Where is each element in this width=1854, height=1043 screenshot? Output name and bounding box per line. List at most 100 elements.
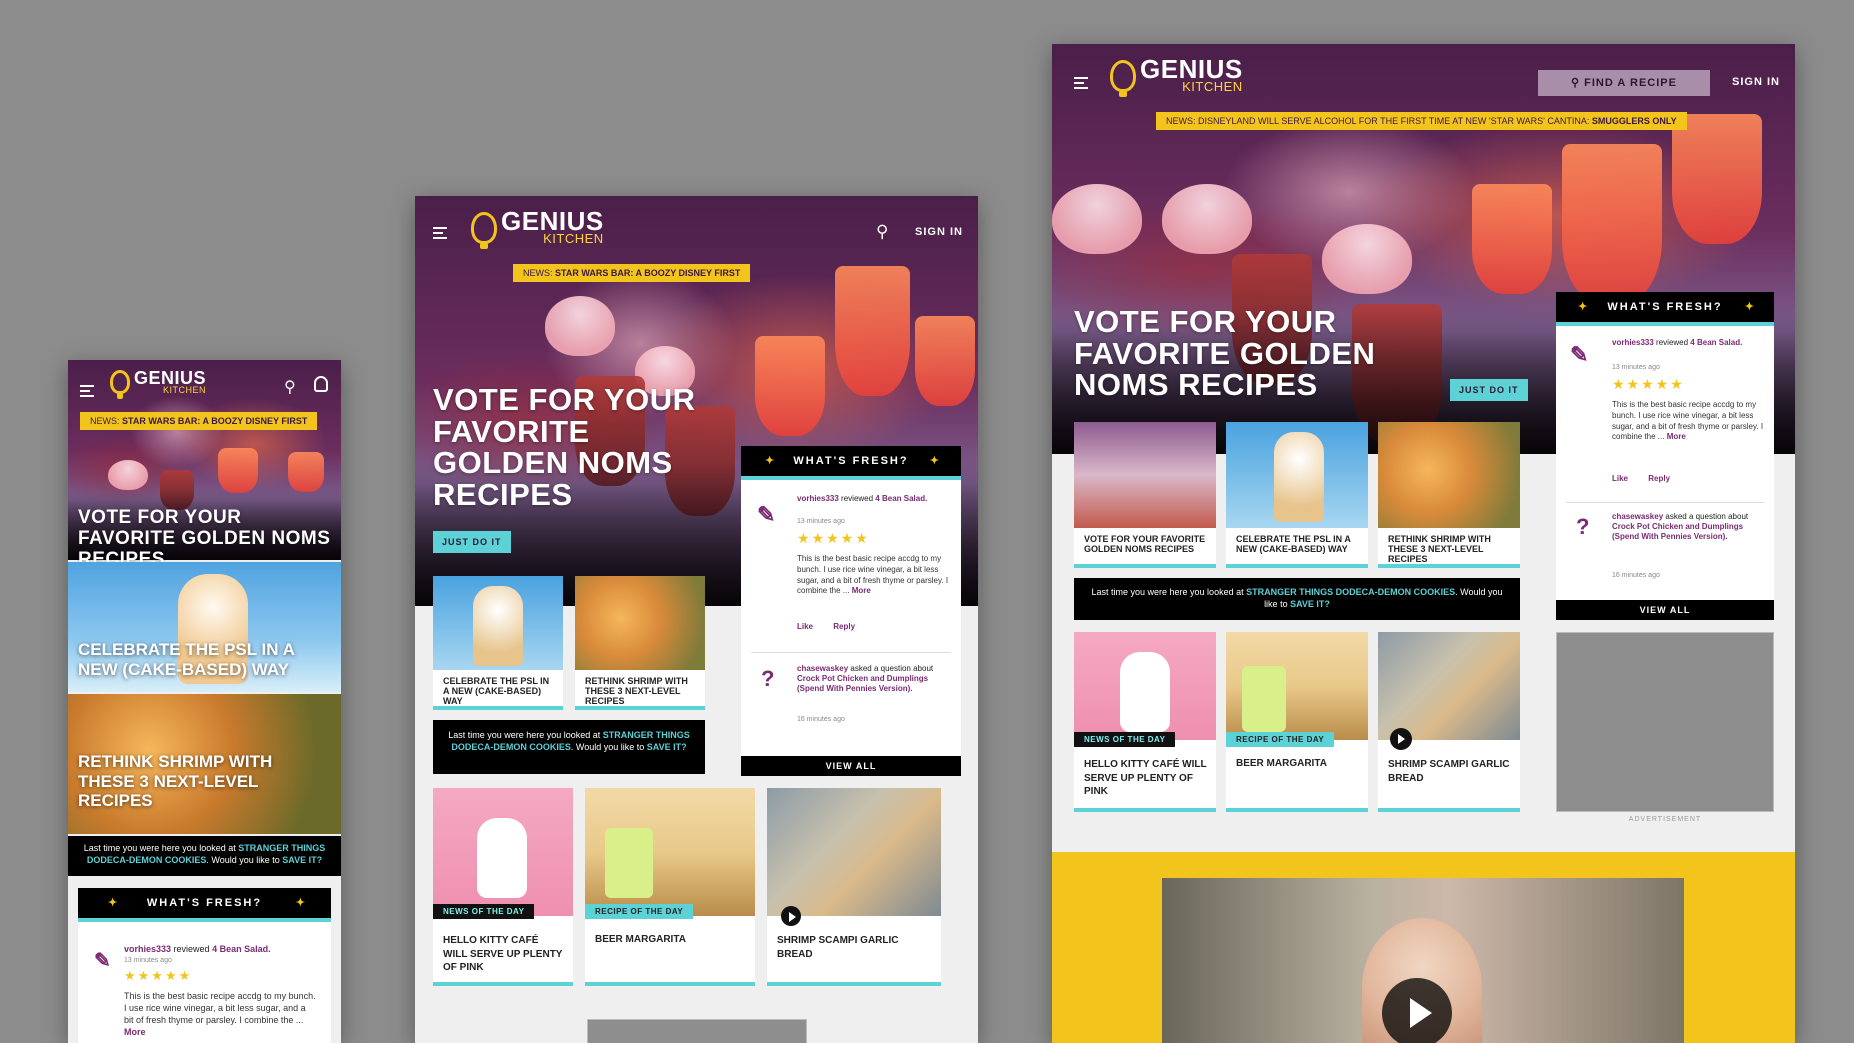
question-verb: asked a question about [1665,512,1749,521]
ad-label: ADVERTISEMENT [1628,816,1702,823]
question-verb: asked a question about [850,664,934,673]
review-target[interactable]: 4 Bean Salad. [1690,338,1742,347]
question-icon: ? [761,666,775,691]
like-button[interactable]: Like [797,622,813,631]
last-visit-bar: Last time you were here you looked at ST… [1074,578,1520,620]
card-caption: BEER MARGARITA [1236,758,1327,769]
hero-title[interactable]: VOTE FOR YOUR FAVORITE GOLDEN NOMS RECIP… [1074,306,1375,401]
question-icon: ? [1576,514,1590,539]
feature-card[interactable]: SHRIMP SCAMPI GARLIC BREAD [1378,632,1520,812]
hero-glass [755,336,825,436]
reply-button[interactable]: Reply [833,622,855,631]
review-user[interactable]: vorhies333 [797,494,839,503]
hamburger-icon[interactable] [80,382,94,400]
play-icon[interactable] [781,906,801,926]
question-user[interactable]: chasewaskey [797,664,848,673]
feature-card[interactable]: RETHINK SHRIMP WITH THESE 3 NEXT-LEVEL R… [575,576,705,710]
divider [751,652,951,653]
review-user[interactable]: vorhies333 [124,944,171,954]
whats-fresh-title: WHAT'S FRESH? [793,455,909,467]
review-stars: ★★★★★ [124,968,193,983]
card-caption: SHRIMP SCAMPI GARLIC BREAD [1388,759,1510,784]
feature-card[interactable]: RETHINK SHRIMP WITH THESE 3 NEXT-LEVEL R… [1378,422,1520,568]
last-visit-bar: Last time you were here you looked at ST… [433,720,705,774]
hero-glass [915,316,975,406]
view-all-button[interactable]: VIEW ALL [741,756,961,776]
feature-card[interactable]: RECIPE OF THE DAY BEER MARGARITA [585,788,755,986]
ad-slot[interactable] [1556,632,1774,812]
reply-button[interactable]: Reply [1648,474,1670,483]
review-target[interactable]: 4 Bean Salad. [212,944,271,954]
card-image [1378,422,1520,528]
hamburger-icon[interactable] [433,224,447,242]
fresh-review-item: ✎ vorhies333 reviewed 4 Bean Salad. 13 m… [741,482,961,652]
card-image [575,576,705,670]
card-caption: CELEBRATE THE PSL IN A NEW (CAKE-BASED) … [1236,534,1351,555]
recipe-of-the-day-tag: RECIPE OF THE DAY [585,904,694,919]
review-pencil-icon: ✎ [94,950,111,972]
user-icon[interactable] [314,376,328,392]
fresh-review-item: ✎ vorhies333 reviewed 4 Bean Salad. 13 m… [78,932,331,1042]
bulb-icon [471,211,497,249]
search-icon[interactable]: ⚲ [876,222,888,242]
feature-card[interactable]: NEWS OF THE DAY HELLO KITTY CAFÉ WILL SE… [433,788,573,986]
review-verb: reviewed [841,494,874,503]
news-text: STAR WARS BAR: A BOOZY DISNEY FIRST [555,268,741,278]
more-link[interactable]: More [124,1027,146,1037]
like-button[interactable]: Like [1612,474,1628,483]
whats-fresh-title: WHAT'S FRESH? [146,897,263,909]
last-visit-link[interactable]: STRANGER THINGS DODECA-DEMON COOKIES [1246,587,1455,597]
logo[interactable]: GENIUS KITCHEN [471,208,604,249]
save-link[interactable]: SAVE IT? [647,742,687,752]
hamburger-icon[interactable] [1074,74,1088,92]
feature-card[interactable]: SHRIMP SCAMPI GARLIC BREAD [767,788,941,986]
news-banner[interactable]: NEWS: STAR WARS BAR: A BOOZY DISNEY FIRS… [513,264,751,282]
sign-in-link[interactable]: SIGN IN [1732,76,1780,88]
hero-title-line: FAVORITE GOLDEN [1074,335,1376,371]
video-player[interactable] [1162,878,1684,1043]
question-target[interactable]: Crock Pot Chicken and Dumplings (Spend W… [1612,522,1743,541]
feature-card[interactable]: CELEBRATE THE PSL IN A NEW (CAKE-BASED) … [1226,422,1368,568]
sign-in-link[interactable]: SIGN IN [915,226,963,238]
just-do-it-button[interactable]: JUST DO IT [1450,379,1528,401]
search-icon[interactable]: ⚲ [284,377,296,397]
play-icon[interactable] [1382,978,1452,1043]
feature-card[interactable]: RECIPE OF THE DAY BEER MARGARITA [1226,632,1368,812]
more-link[interactable]: More [1667,432,1686,441]
feature-card[interactable]: NEWS OF THE DAY HELLO KITTY CAFÉ WILL SE… [1074,632,1216,812]
news-of-the-day-tag: NEWS OF THE DAY [433,904,535,919]
review-body: This is the best basic recipe accdg to m… [124,991,316,1026]
hero-title[interactable]: VOTE FOR YOUR FAVORITE GOLDEN NOMS RECIP… [433,384,696,510]
more-link[interactable]: More [852,586,871,595]
ad-slot[interactable] [587,1019,807,1043]
feature-card[interactable]: VOTE FOR YOUR FAVORITE GOLDEN NOMS RECIP… [1074,422,1216,568]
hero-title-line: VOTE FOR YOUR [433,382,696,417]
review-body: This is the best basic recipe accdg to m… [1612,400,1764,442]
logo[interactable]: GENIUS KITCHEN [1110,56,1243,97]
find-recipe-button[interactable]: ⚲ FIND A RECIPE [1538,70,1710,96]
sparkle-icon: ✦ [295,897,307,909]
review-target[interactable]: 4 Bean Salad. [875,494,927,503]
question-time: 16 minutes ago [1612,572,1660,579]
feature-card[interactable]: CELEBRATE THE PSL IN A NEW (CAKE-BASED) … [433,576,563,710]
mobile-tile[interactable]: RETHINK SHRIMP WITH THESE 3 NEXT-LEVEL R… [68,694,341,834]
whats-fresh-header: ✦ WHAT'S FRESH? ✦ [1556,292,1774,326]
news-banner[interactable]: NEWS: DISNEYLAND WILL SERVE ALCOHOL FOR … [1156,112,1687,130]
logo[interactable]: GENIUS KITCHEN [110,369,206,400]
hero-title-line: FAVORITE [433,413,590,449]
hero-glass [1322,224,1412,294]
save-link[interactable]: SAVE IT? [282,855,322,865]
question-user[interactable]: chasewaskey [1612,512,1663,521]
news-text-bold: SMUGGLERS ONLY [1591,116,1677,126]
news-banner[interactable]: NEWS: STAR WARS BAR: A BOOZY DISNEY FIRS… [80,412,318,430]
mobile-tile[interactable]: CELEBRATE THE PSL IN A NEW (CAKE-BASED) … [68,562,341,692]
view-all-button[interactable]: VIEW ALL [1556,600,1774,620]
review-user[interactable]: vorhies333 [1612,338,1654,347]
sparkle-icon: ✦ [108,897,120,909]
review-stars: ★★★★★ [797,530,870,546]
save-link[interactable]: SAVE IT? [1290,599,1330,609]
card-caption: RETHINK SHRIMP WITH THESE 3 NEXT-LEVEL R… [585,676,688,707]
question-target[interactable]: Crock Pot Chicken and Dumplings (Spend W… [797,674,928,693]
just-do-it-button[interactable]: JUST DO IT [433,531,511,553]
play-icon[interactable] [1390,728,1412,750]
